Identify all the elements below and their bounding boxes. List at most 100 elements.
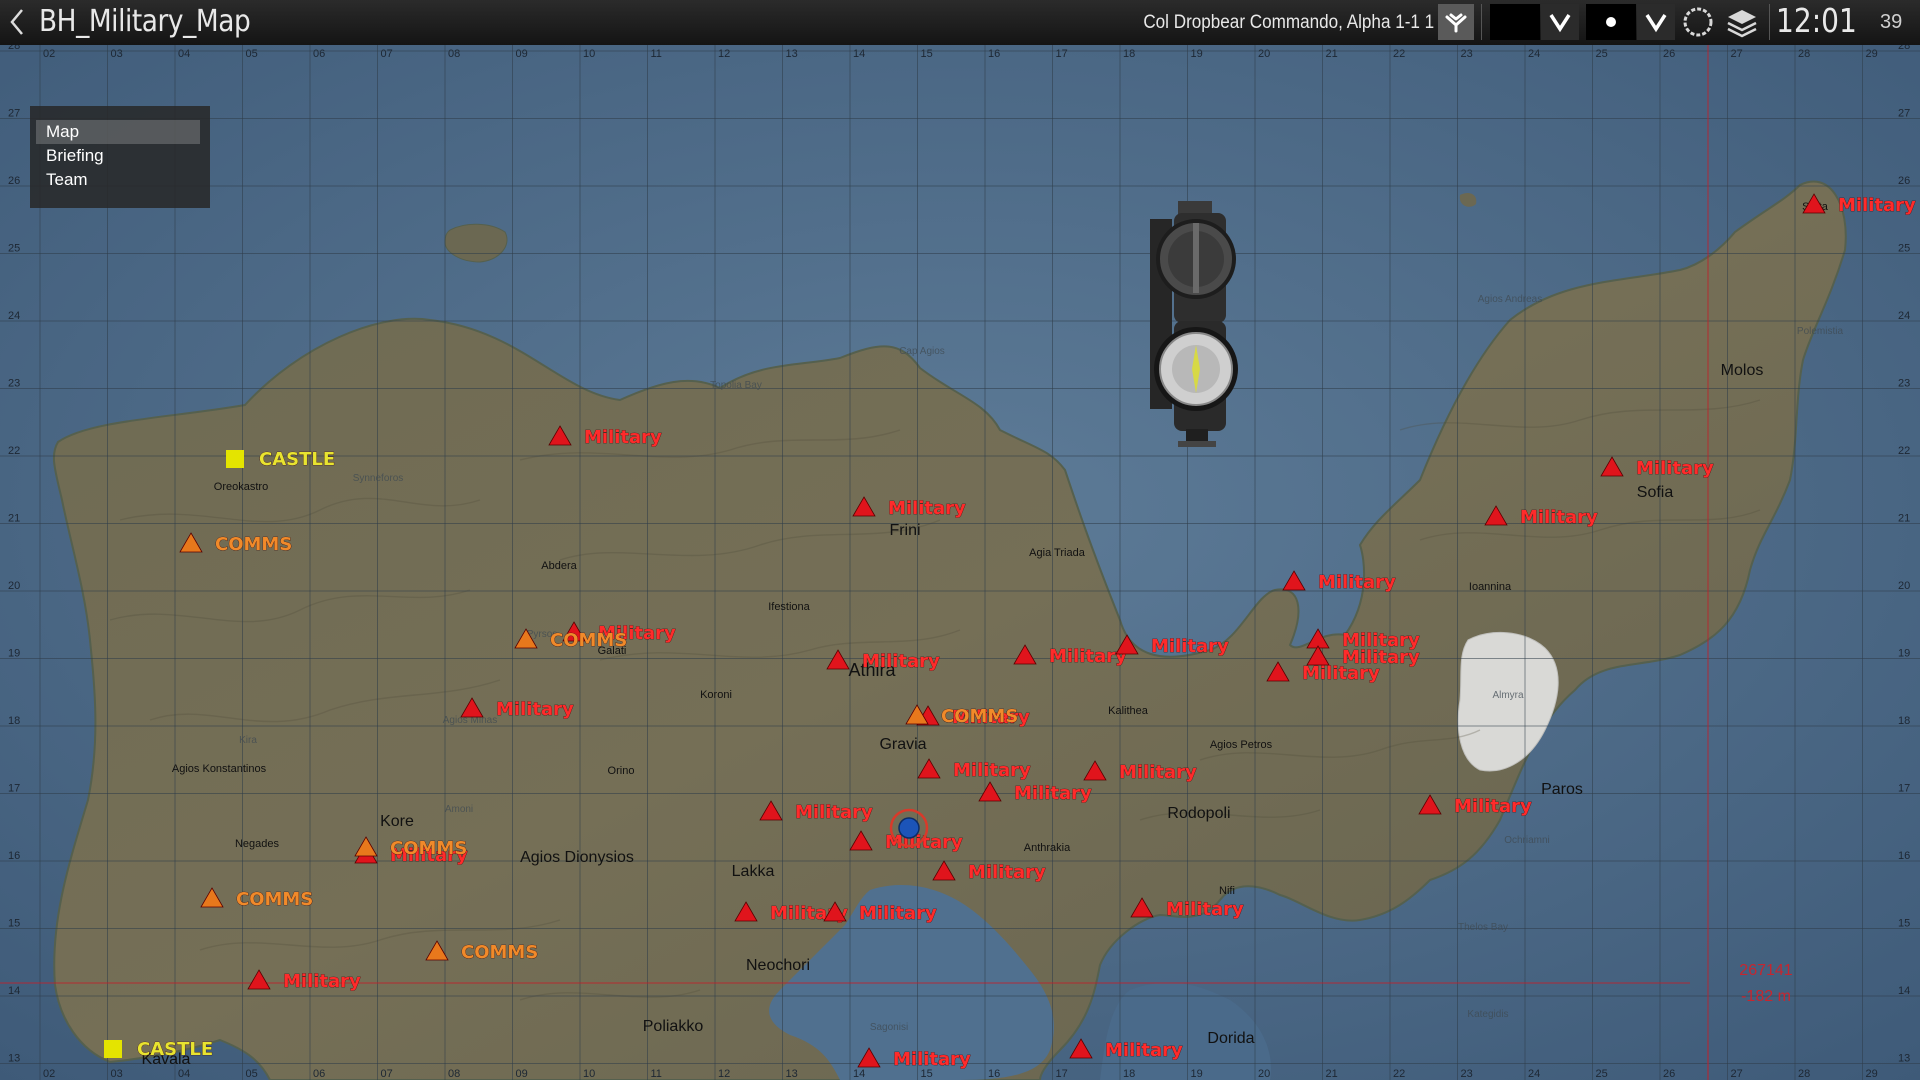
town-label: Gravia bbox=[879, 736, 926, 753]
town-label: Neochori bbox=[746, 957, 810, 974]
castle-label: CASTLE bbox=[259, 449, 335, 470]
military-label: Military bbox=[862, 651, 940, 672]
grid-label-x: 02 bbox=[43, 1068, 55, 1080]
grid-label-x: 17 bbox=[1056, 1068, 1068, 1080]
grid-label-x: 10 bbox=[583, 48, 595, 60]
grid-label-y: 15 bbox=[8, 918, 20, 930]
grid-label-x: 15 bbox=[921, 48, 933, 60]
grid-label-x: 22 bbox=[1393, 48, 1405, 60]
town-label: Agia Triada bbox=[1029, 547, 1086, 559]
town-label: Koroni bbox=[700, 689, 732, 701]
military-label: Military bbox=[1166, 899, 1244, 920]
military-label: Military bbox=[893, 1049, 971, 1070]
grid-label-y: 23 bbox=[8, 378, 20, 390]
minor-label: Topolia Bay bbox=[710, 380, 762, 391]
town-label: Molos bbox=[1721, 362, 1764, 379]
military-label: Military bbox=[1049, 646, 1127, 667]
minor-label: Kira bbox=[239, 735, 257, 746]
castle-marker[interactable]: CASTLE bbox=[226, 449, 335, 470]
minor-label: Polemistia bbox=[1797, 326, 1844, 337]
military-label: Military bbox=[1520, 507, 1598, 528]
grid-label-y: 18 bbox=[1898, 715, 1910, 727]
comms-label: COMMS bbox=[550, 630, 627, 651]
grid-label-x: 14 bbox=[853, 48, 865, 60]
comms-label: COMMS bbox=[461, 942, 538, 963]
minor-label: Thelos Bay bbox=[1458, 922, 1508, 933]
town-label: Frini bbox=[889, 522, 920, 539]
grid-label-x: 26 bbox=[1663, 48, 1675, 60]
grid-label-y: 27 bbox=[8, 108, 20, 120]
clock-time: 12:01 bbox=[1776, 1, 1857, 40]
marker-dot-icon[interactable] bbox=[1586, 4, 1636, 40]
grid-label-x: 03 bbox=[111, 1068, 123, 1080]
comms-label: COMMS bbox=[236, 889, 313, 910]
compass-icon[interactable] bbox=[1148, 201, 1240, 449]
grid-label-x: 05 bbox=[246, 1068, 258, 1080]
town-label: Paros bbox=[1541, 781, 1583, 798]
comms-label: COMMS bbox=[390, 838, 467, 859]
clock-seconds: 39 bbox=[1880, 11, 1903, 33]
castle-square-icon bbox=[104, 1040, 122, 1058]
grid-label-x: 16 bbox=[988, 48, 1000, 60]
military-label: Military bbox=[859, 903, 937, 924]
map-side-menu: Map Briefing Team bbox=[30, 106, 210, 208]
grid-label-y: 13 bbox=[8, 1053, 20, 1065]
castle-square-icon bbox=[226, 450, 244, 468]
rank-badge-icon[interactable] bbox=[1438, 4, 1474, 40]
grid-label-y: 13 bbox=[1898, 1053, 1910, 1065]
grid-label-x: 12 bbox=[718, 1068, 730, 1080]
military-label: Military bbox=[968, 862, 1046, 883]
grid-label-x: 22 bbox=[1393, 1068, 1405, 1080]
grid-label-y: 28 bbox=[1898, 45, 1910, 52]
grid-label-x: 09 bbox=[516, 48, 528, 60]
town-label: Poliakko bbox=[643, 1018, 704, 1035]
military-label: Military bbox=[1454, 796, 1532, 817]
grid-label-x: 11 bbox=[651, 48, 662, 60]
menu-item-map[interactable]: Map bbox=[36, 120, 200, 144]
grid-label-x: 19 bbox=[1191, 48, 1203, 60]
castle-label: CASTLE bbox=[137, 1039, 213, 1060]
grid-label-y: 20 bbox=[8, 580, 20, 592]
town-label: Oreokastro bbox=[214, 481, 268, 493]
divider bbox=[1481, 4, 1482, 40]
grid-label-x: 25 bbox=[1596, 1068, 1608, 1080]
layers-icon[interactable] bbox=[1724, 4, 1760, 40]
town-label: Orino bbox=[608, 765, 635, 777]
town-label: Kore bbox=[380, 813, 414, 830]
grid-label-x: 23 bbox=[1461, 1068, 1473, 1080]
grid-label-x: 04 bbox=[178, 1068, 190, 1080]
town-label: Agios Petros bbox=[1210, 739, 1273, 751]
gps-ring-icon[interactable] bbox=[1680, 4, 1716, 40]
grid-label-y: 19 bbox=[1898, 648, 1910, 660]
grid-label-x: 13 bbox=[786, 1068, 798, 1080]
menu-item-briefing[interactable]: Briefing bbox=[36, 144, 200, 168]
grid-label-x: 25 bbox=[1596, 48, 1608, 60]
grid-label-x: 26 bbox=[1663, 1068, 1675, 1080]
town-label: Negades bbox=[235, 838, 280, 850]
grid-label-y: 26 bbox=[1898, 175, 1910, 187]
grid-label-y: 17 bbox=[1898, 783, 1910, 795]
map-canvas[interactable]: 02 02 03 03 04 04 05 05 06 06 07 07 08 08 09 09 10 10 11 11… bbox=[0, 45, 1920, 1080]
grid-label-x: 05 bbox=[246, 48, 258, 60]
cursor-coordinates: 267141 bbox=[1739, 962, 1792, 979]
color-swatch-icon[interactable] bbox=[1490, 4, 1540, 40]
grid-label-x: 17 bbox=[1056, 48, 1068, 60]
map-area[interactable]: 02 02 03 03 04 04 05 05 06 06 07 07 08 08 09 09 10 10 11 11… bbox=[0, 45, 1920, 1080]
grid-label-x: 28 bbox=[1798, 48, 1810, 60]
grid-label-y: 16 bbox=[1898, 850, 1910, 862]
castle-marker[interactable]: CASTLE bbox=[104, 1039, 213, 1060]
player-name: Col Dropbear Commando, Alpha 1-1 1 bbox=[1143, 12, 1434, 33]
town-label: Lakka bbox=[732, 863, 775, 880]
military-label: Military bbox=[1151, 636, 1229, 657]
town-label: Nifi bbox=[1219, 885, 1235, 897]
back-chevron-icon[interactable] bbox=[6, 6, 30, 38]
chevron-down-icon[interactable] bbox=[1541, 4, 1579, 40]
grid-label-x: 09 bbox=[516, 1068, 528, 1080]
grid-label-x: 13 bbox=[786, 48, 798, 60]
menu-item-team[interactable]: Team bbox=[36, 168, 200, 192]
grid-label-x: 24 bbox=[1528, 48, 1540, 60]
chevron-down-icon[interactable] bbox=[1637, 4, 1675, 40]
military-label: Military bbox=[1014, 783, 1092, 804]
military-label: Military bbox=[888, 498, 966, 519]
grid-label-x: 23 bbox=[1461, 48, 1473, 60]
